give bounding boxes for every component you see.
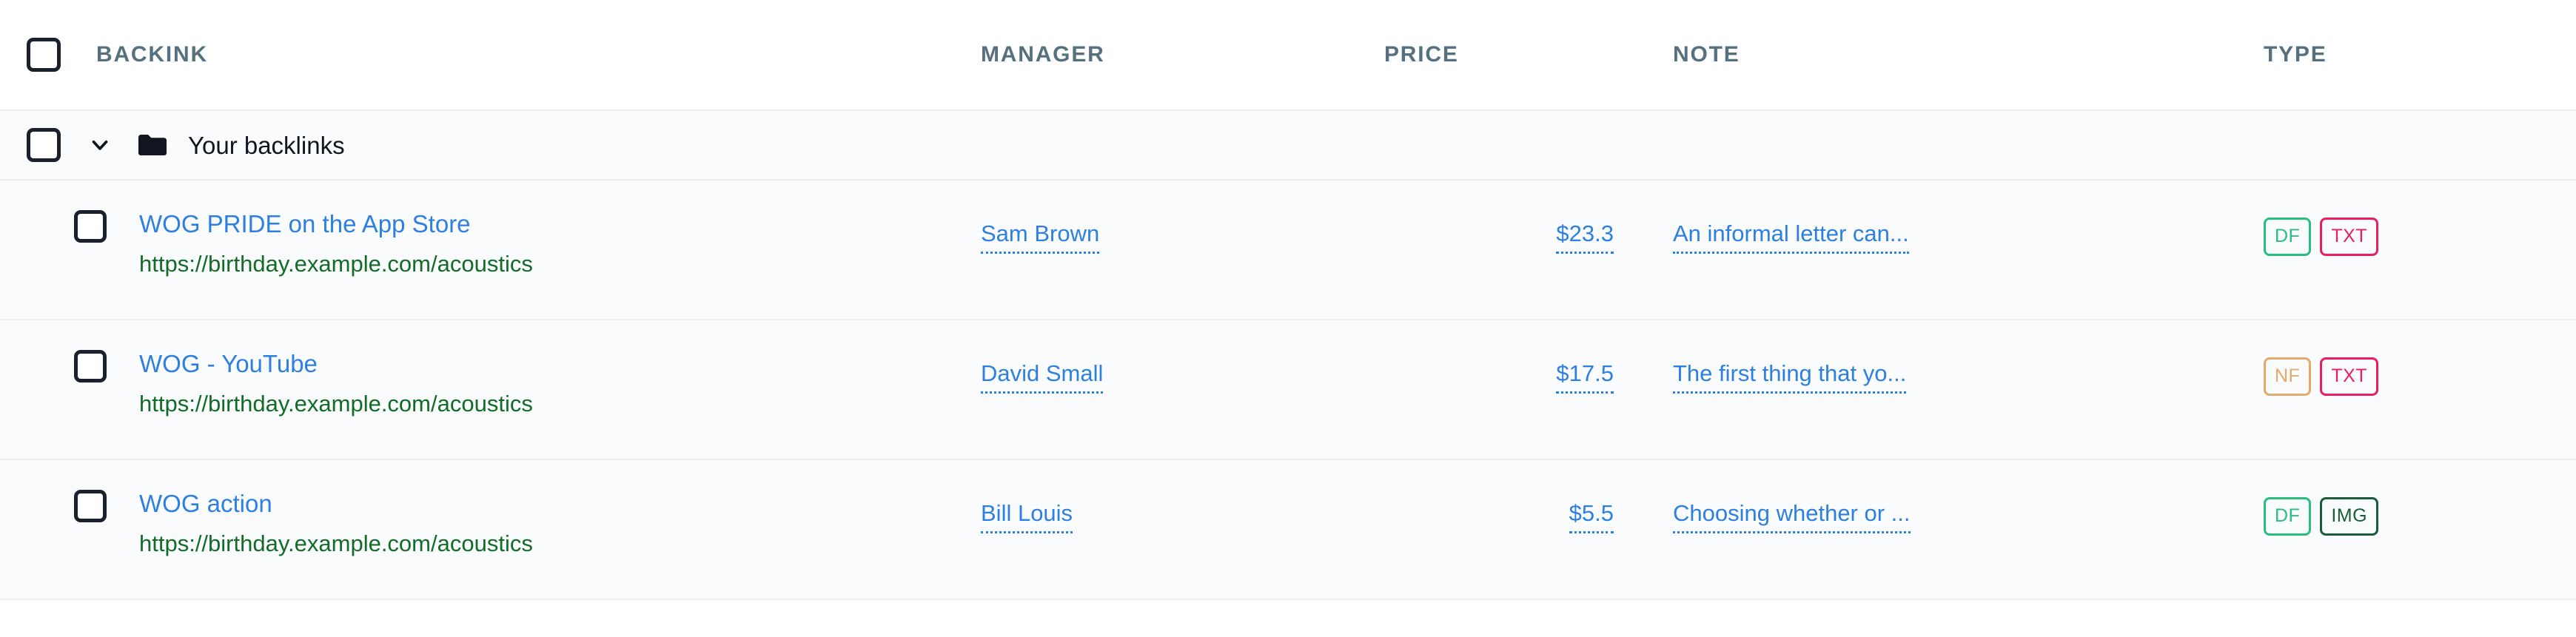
backlink-title-link[interactable]: WOG action	[139, 491, 533, 516]
price-link[interactable]: $17.5	[1556, 362, 1614, 394]
select-all-checkbox[interactable]	[27, 38, 61, 72]
header-cell-note: NOTE	[1666, 44, 2250, 66]
backlink-text-group: WOG PRIDE on the App Store https://birth…	[139, 210, 533, 275]
header-cell-type: TYPE	[2250, 44, 2576, 66]
edit-pencil-icon[interactable]	[920, 238, 965, 283]
note-link[interactable]: An informal letter can...	[1673, 222, 1909, 254]
note-link[interactable]: The first thing that yo...	[1673, 362, 1907, 394]
cell-type: NF TXT	[2250, 350, 2576, 396]
row-checkbox[interactable]	[74, 210, 107, 243]
manager-link[interactable]: Bill Louis	[981, 502, 1073, 533]
cell-backlink: WOG PRIDE on the App Store https://birth…	[0, 210, 981, 275]
column-header-note: NOTE	[1673, 42, 1740, 67]
header-cell-manager: MANAGER	[981, 44, 1384, 66]
price-link[interactable]: $23.3	[1556, 222, 1614, 254]
folder-filled-icon	[138, 133, 167, 157]
column-header-backlink: BACKINK	[96, 42, 208, 67]
table-header-row: BACKINK MANAGER PRICE NOTE TYPE	[0, 0, 2576, 109]
column-header-type: TYPE	[2264, 42, 2327, 67]
folder-row[interactable]: Your backlinks	[0, 109, 2576, 181]
type-badge[interactable]: DF	[2264, 218, 2312, 256]
table-row[interactable]: WOG action https://birthday.example.com/…	[0, 460, 2576, 600]
backlinks-table: BACKINK MANAGER PRICE NOTE TYPE Your bac…	[0, 0, 2576, 637]
cell-price: $23.3	[1384, 210, 1666, 254]
cell-note: The first thing that yo...	[1666, 350, 2250, 394]
type-badge[interactable]: TXT	[2320, 218, 2379, 256]
cell-manager: David Small	[981, 350, 1384, 394]
backlink-text-group: WOG action https://birthday.example.com/…	[139, 490, 533, 555]
cell-backlink: WOG action https://birthday.example.com/…	[0, 490, 981, 555]
row-checkbox[interactable]	[74, 490, 107, 522]
folder-checkbox[interactable]	[27, 128, 61, 162]
table-row[interactable]: WOG PRIDE on the App Store https://birth…	[0, 181, 2576, 320]
cell-type: DF TXT	[2250, 210, 2576, 256]
cell-manager: Bill Louis	[981, 490, 1384, 533]
type-badge[interactable]: TXT	[2320, 357, 2379, 396]
manager-link[interactable]: David Small	[981, 362, 1104, 394]
column-header-price: PRICE	[1384, 42, 1459, 67]
backlink-url-text: https://birthday.example.com/acoustics	[139, 391, 533, 417]
backlink-title-link[interactable]: WOG PRIDE on the App Store	[139, 212, 533, 236]
price-link[interactable]: $5.5	[1569, 502, 1614, 533]
cell-type: DF IMG	[2250, 490, 2576, 536]
type-badge[interactable]: DF	[2264, 497, 2312, 536]
row-checkbox[interactable]	[74, 350, 107, 382]
cell-note: An informal letter can...	[1666, 210, 2250, 254]
backlink-url-text: https://birthday.example.com/acoustics	[139, 530, 533, 556]
chevron-down-icon[interactable]	[87, 132, 113, 158]
type-badge[interactable]: IMG	[2320, 497, 2379, 536]
cell-manager: Sam Brown	[981, 210, 1384, 254]
backlink-text-group: WOG - YouTube https://birthday.example.c…	[139, 350, 533, 415]
cell-price: $5.5	[1384, 490, 1666, 533]
manager-link[interactable]: Sam Brown	[981, 222, 1100, 254]
cell-backlink: WOG - YouTube https://birthday.example.c…	[0, 350, 981, 415]
note-link[interactable]: Choosing whether or ...	[1673, 502, 1911, 533]
header-cell-price: PRICE	[1384, 44, 1666, 66]
column-header-manager: MANAGER	[981, 42, 1105, 67]
cell-note: Choosing whether or ...	[1666, 490, 2250, 533]
folder-name-label: Your backlinks	[188, 131, 345, 159]
cell-price: $17.5	[1384, 350, 1666, 394]
type-badge[interactable]: NF	[2264, 357, 2312, 396]
table-row[interactable]: WOG - YouTube https://birthday.example.c…	[0, 320, 2576, 460]
backlink-title-link[interactable]: WOG - YouTube	[139, 351, 533, 376]
backlink-url-text: https://birthday.example.com/acoustics	[139, 251, 533, 277]
header-cell-backlink: BACKINK	[0, 38, 981, 72]
